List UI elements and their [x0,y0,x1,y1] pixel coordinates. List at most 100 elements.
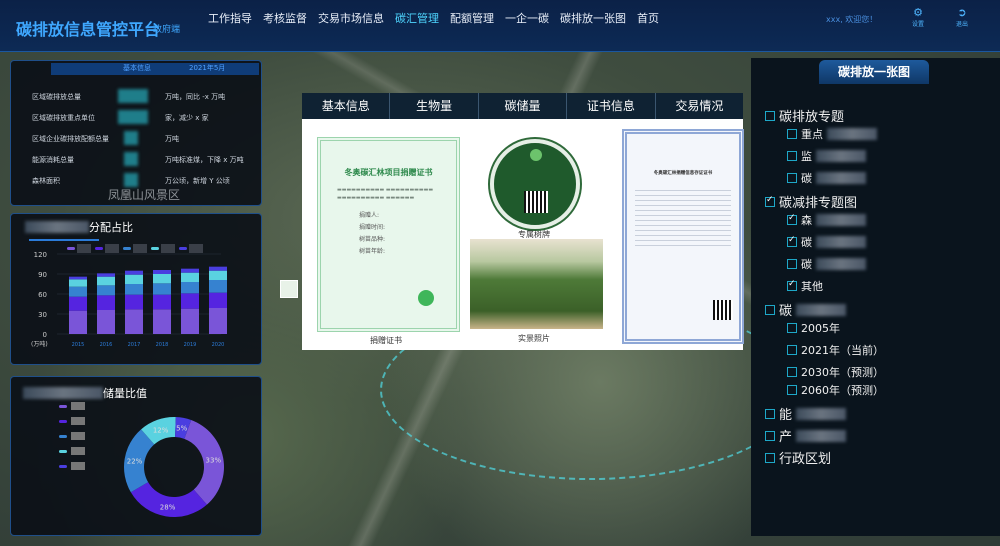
layer-checkbox[interactable] [765,110,775,121]
layer-item[interactable]: 2060年（预测） [787,382,884,398]
tree-badge[interactable] [488,137,582,231]
nav-quota[interactable]: 配额管理 [450,10,494,26]
layer-checkbox[interactable] [787,213,797,225]
layer-checkbox[interactable] [765,430,775,441]
y-tick-label: 120 [34,251,47,259]
bar-segment [153,283,171,295]
layer-checkbox[interactable] [787,385,797,395]
y-tick-label: 90 [38,271,47,279]
layer-checkbox[interactable] [787,235,797,247]
layer-item[interactable]: 重点 [787,126,877,142]
layer-item[interactable]: 监 [787,148,866,164]
certificate-title: 冬奥碳汇林项目捐赠证书 [344,168,433,177]
layer-checkbox[interactable] [787,367,797,377]
storage-ratio-panel: 储量比值 33% 28% 22% 12% 5% [10,376,262,536]
layer-label: 重点 [801,128,823,141]
allocation-chart-panel: 分配占比 0 30 60 90 120 (万吨) 2015 2016 2017 2018 2019 2… [10,213,262,365]
main-nav: 工作指导 考核监督 交易市场信息 碳汇管理 配额管理 一企一碳 碳排放一张图 首… [208,10,659,26]
bar-segment [125,284,143,295]
bar-segment [97,285,115,296]
layer-checkbox[interactable] [787,151,797,161]
qr-code-icon [713,300,733,320]
layer-item[interactable]: 碳 [787,256,866,272]
layer-checkbox[interactable] [787,323,797,333]
legend-label-blurred [189,244,203,253]
bar-segment [209,280,227,293]
blurred-text [796,407,847,420]
layer-label: 2030年（预测） [801,366,884,379]
nav-assessment[interactable]: 考核监督 [263,10,307,26]
layer-item[interactable]: 能 [765,404,847,423]
field-species: 树苗品种: [359,236,386,243]
layer-item[interactable]: 2005年 [787,320,840,336]
x-tick-label: 2019 [184,342,197,348]
layer-item[interactable]: 碳 [765,300,847,319]
layer-item[interactable]: 产 [765,426,847,445]
info-label: 区域碳排放重点单位 [32,114,95,122]
tab-carbon-storage[interactable]: 碳储量 [479,93,568,119]
certificate-title: 冬奥碳汇林捐赠信息存证证书 [653,171,713,176]
layer-checkbox[interactable] [765,195,775,207]
layer-checkbox[interactable] [765,304,775,315]
bar-segment [69,279,87,287]
layer-checkbox[interactable] [787,173,797,183]
top-bar: 碳排放信息管控平台 政府端 工作指导 考核监督 交易市场信息 碳汇管理 配额管理… [0,0,1000,52]
layer-item[interactable]: 碳排放专题 [765,106,844,125]
bar-segment [153,309,171,334]
bar-segment [125,309,143,334]
blurred-text [816,214,866,226]
tab-certificate[interactable]: 证书信息 [567,93,656,119]
layer-checkbox[interactable] [765,408,775,419]
exit-button[interactable]: ➲ 退出 [952,6,972,28]
tab-basic-info[interactable]: 基本信息 [302,93,391,119]
site-photo[interactable] [470,239,603,329]
deposit-certificate[interactable]: 冬奥碳汇林捐赠信息存证证书 [622,129,744,344]
layer-label: 碳排放专题 [779,110,845,125]
layer-item[interactable]: 其他 [787,278,823,294]
layer-checkbox[interactable] [787,345,797,355]
app-subtitle: 政府端 [153,25,181,35]
layer-item[interactable]: 森 [787,212,866,228]
map-marker[interactable] [280,280,298,298]
nav-home[interactable]: 首页 [637,10,659,26]
layer-label: 碳减排专题图 [779,196,858,211]
legend-swatch [151,247,159,250]
layer-label: 碳 [801,236,812,249]
y-tick-label: 60 [38,291,47,299]
nav-work-guide[interactable]: 工作指导 [208,10,252,26]
nav-emission-map[interactable]: 碳排放一张图 [560,10,626,26]
x-tick-label: 2017 [128,342,141,348]
layer-checkbox[interactable] [787,279,797,291]
layer-item[interactable]: 碳 [787,234,866,250]
legend-label-blurred [71,447,85,455]
blurred-value [118,110,148,124]
slice-label: 22% [127,458,143,466]
nav-market-info[interactable]: 交易市场信息 [318,10,384,26]
legend-label-blurred [71,462,85,470]
layer-item[interactable]: 2021年（当前） [787,342,884,358]
layer-checkbox[interactable] [787,129,797,139]
slice-label: 12% [153,426,169,434]
nav-one-enterprise[interactable]: 一企一碳 [505,10,549,26]
legend-label-blurred [71,432,85,440]
layer-checkbox[interactable] [765,452,775,463]
tab-biomass[interactable]: 生物量 [390,93,479,119]
tab-transactions[interactable]: 交易情况 [656,93,743,119]
bar-segment [209,292,227,308]
layer-item[interactable]: 行政区划 [765,448,831,467]
gear-icon: ⚙ [913,6,923,19]
donut-slice [130,482,207,517]
field-age: 树苗年龄: [359,248,386,255]
layer-item[interactable]: 2030年（预测） [787,364,884,380]
settings-button[interactable]: ⚙ 设置 [908,6,928,28]
nav-carbon-sink[interactable]: 碳汇管理 [395,10,439,26]
bar-segment [69,296,87,311]
layer-checkbox[interactable] [787,259,797,269]
bar-segment [97,273,115,277]
donation-certificate[interactable]: 冬奥碳汇林项目捐赠证书 ▬▬▬▬▬▬▬▬▬▬ ▬▬▬▬▬▬▬▬▬▬ ▬▬▬▬▬▬… [317,137,460,332]
layer-label: 产 [779,430,793,445]
basic-info-tab[interactable]: 基本信息 [123,63,151,73]
layer-item[interactable]: 碳 [787,170,866,186]
layer-item[interactable]: 碳减排专题图 [765,192,857,211]
bar-segment [125,270,143,275]
